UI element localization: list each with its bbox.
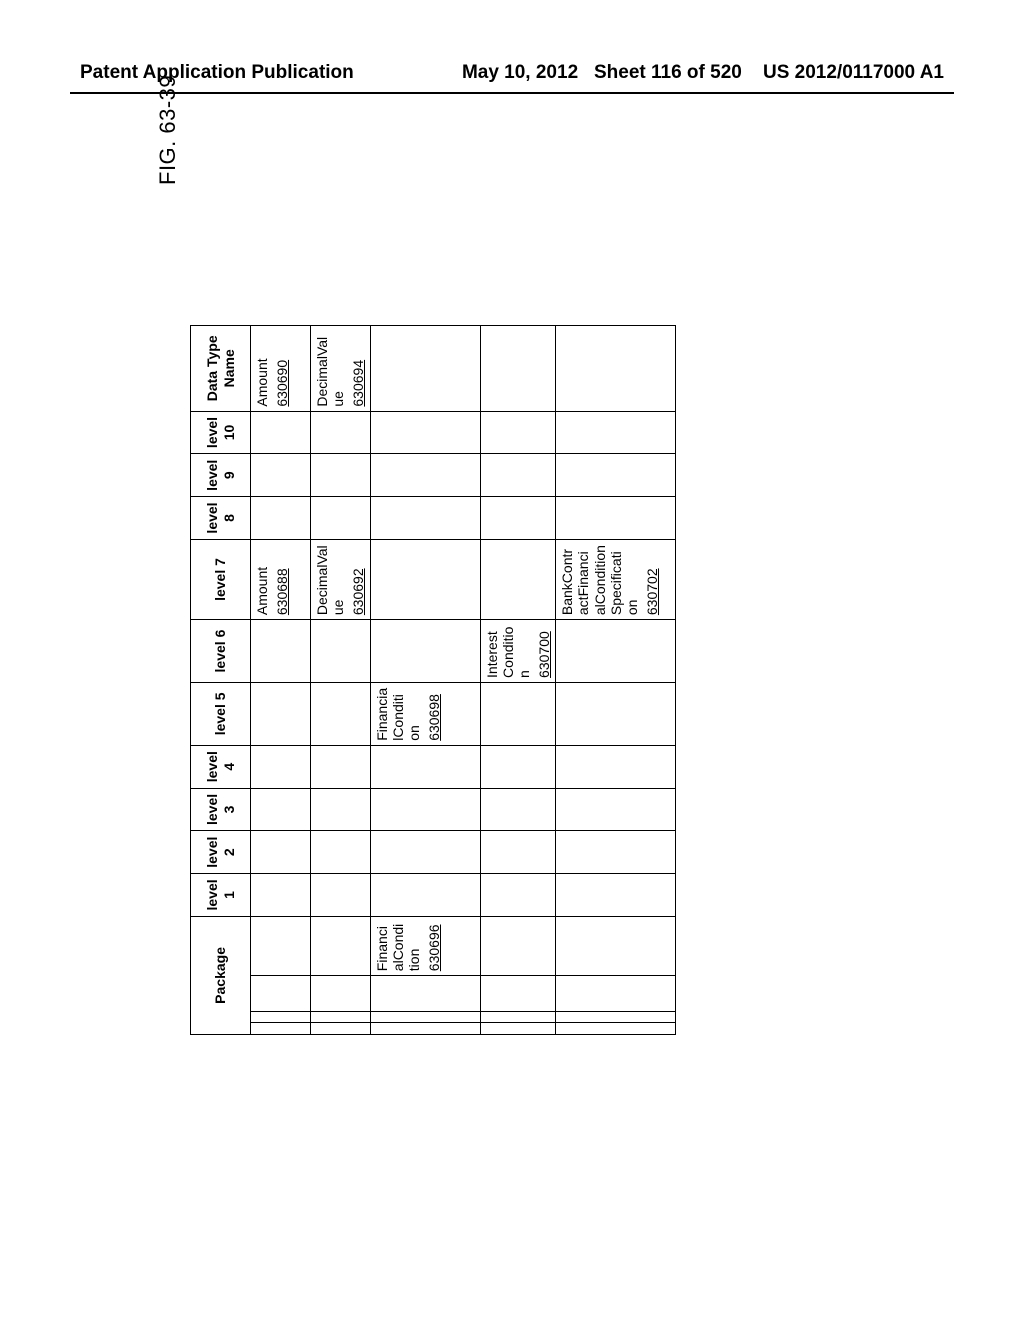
page-header: Patent Application Publication May 10, 2… xyxy=(0,62,1024,84)
header-right: May 10, 2012 Sheet 116 of 520 US 2012/01… xyxy=(462,62,944,84)
page: Patent Application Publication May 10, 2… xyxy=(0,0,1024,1320)
ref-number: 630696 xyxy=(426,921,442,971)
cell-l7: DecimalValue 630692 xyxy=(311,539,371,619)
table-header-row: Package level 1 level 2 level 3 level 4 … xyxy=(191,326,251,1035)
table-row: DecimalValue 630692 DecimalValue 630694 xyxy=(311,326,371,1035)
cell-l7: Amount 630688 xyxy=(251,539,311,619)
table-container: Package level 1 level 2 level 3 level 4 … xyxy=(190,325,676,1035)
cell-l6: InterestCondition 630700 xyxy=(481,620,556,683)
cell-l5: FinancialCondition 630698 xyxy=(371,682,481,745)
ref-number: 630702 xyxy=(644,544,660,615)
figure-label: FIG. 63-39 xyxy=(155,75,181,185)
col-l1: level 1 xyxy=(191,874,251,917)
cell-dtn: Amount 630690 xyxy=(251,326,311,412)
ref-number: 630700 xyxy=(536,624,552,678)
col-l5: level 5 xyxy=(191,682,251,745)
table-row: InterestCondition 630700 xyxy=(481,326,556,1035)
col-dtn: Data Type Name xyxy=(191,326,251,412)
col-package: Package xyxy=(191,916,251,1034)
figure-label-wrap: FIG. 63-39 xyxy=(145,165,175,285)
ref-number: 630688 xyxy=(274,544,290,615)
header-left: Patent Application Publication xyxy=(80,62,354,84)
table-row: FinancialCondition 630696 FinancialCondi… xyxy=(371,326,481,1035)
figure-area: FIG. 63-39 Package level 1 level 2 level xyxy=(120,165,900,1065)
table-row: BankContractFinancialConditionSpecificat… xyxy=(556,326,676,1035)
col-l10: level 10 xyxy=(191,411,251,454)
ref-number: 630698 xyxy=(426,687,442,741)
col-l3: level 3 xyxy=(191,788,251,831)
header-rule xyxy=(70,92,954,94)
table-row: Amount 630688 Amount 630690 xyxy=(251,326,311,1035)
col-l7: level 7 xyxy=(191,539,251,619)
ref-number: 630694 xyxy=(350,330,366,407)
data-table: Package level 1 level 2 level 3 level 4 … xyxy=(190,325,676,1035)
col-l8: level 8 xyxy=(191,497,251,540)
col-l2: level 2 xyxy=(191,831,251,874)
cell-l7: BankContractFinancialConditionSpecificat… xyxy=(556,539,676,619)
cell-package: FinancialCondition 630696 xyxy=(371,916,481,975)
col-l4: level 4 xyxy=(191,745,251,788)
ref-number: 630692 xyxy=(350,544,366,615)
ref-number: 630690 xyxy=(274,330,290,407)
col-l9: level 9 xyxy=(191,454,251,497)
cell-dtn: DecimalValue 630694 xyxy=(311,326,371,412)
col-l6: level 6 xyxy=(191,620,251,683)
